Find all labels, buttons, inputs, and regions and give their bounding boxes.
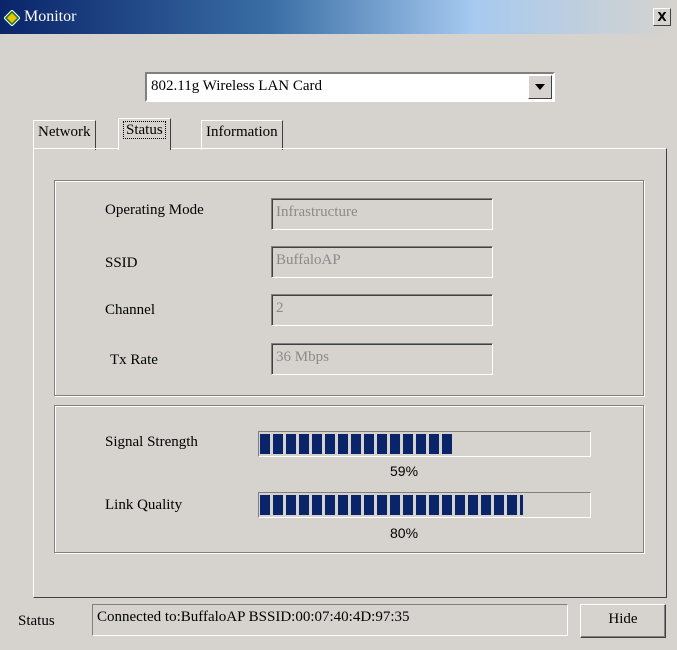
link-quality-percent: 80% bbox=[390, 525, 419, 541]
signal-group bbox=[54, 405, 644, 553]
operating-mode-field: Infrastructure bbox=[271, 198, 493, 230]
tx-rate-label: Tx Rate bbox=[110, 352, 158, 368]
tab-network-label: Network bbox=[38, 124, 91, 140]
adapter-select[interactable]: 802.11g Wireless LAN Card bbox=[145, 72, 555, 102]
signal-strength-bar-fill bbox=[260, 434, 454, 454]
ssid-field: BuffaloAP bbox=[271, 246, 493, 278]
operating-mode-label: Operating Mode bbox=[105, 202, 204, 218]
link-quality-label: Link Quality bbox=[105, 497, 183, 513]
ssid-label: SSID bbox=[105, 255, 138, 271]
tab-status-label: Status bbox=[123, 121, 166, 139]
signal-strength-percent: 59% bbox=[390, 463, 419, 479]
app-diamond-icon bbox=[4, 10, 20, 26]
window-title: Monitor bbox=[24, 8, 77, 25]
hide-button[interactable]: Hide bbox=[580, 604, 666, 638]
adapter-select-value: 802.11g Wireless LAN Card bbox=[151, 78, 323, 94]
tx-rate-field: 36 Mbps bbox=[271, 343, 493, 375]
chevron-down-icon bbox=[535, 84, 545, 90]
link-quality-bar-fill bbox=[260, 495, 523, 515]
status-text-field: Connected to:BuffaloAP BSSID:00:07:40:4D… bbox=[92, 604, 568, 636]
tab-information[interactable]: Information bbox=[201, 120, 283, 150]
signal-strength-label: Signal Strength bbox=[105, 434, 198, 450]
channel-label: Channel bbox=[105, 302, 155, 318]
close-button[interactable]: X bbox=[653, 8, 671, 26]
dropdown-arrow-button[interactable] bbox=[528, 75, 552, 99]
channel-field: 2 bbox=[271, 294, 493, 326]
tab-status[interactable]: Status bbox=[118, 118, 171, 150]
signal-strength-bar bbox=[258, 431, 591, 457]
link-quality-bar bbox=[258, 492, 591, 518]
tab-network[interactable]: Network bbox=[33, 120, 96, 150]
status-label: Status bbox=[18, 613, 55, 629]
title-bar[interactable]: Monitor X bbox=[0, 0, 677, 34]
tab-information-label: Information bbox=[206, 124, 278, 140]
